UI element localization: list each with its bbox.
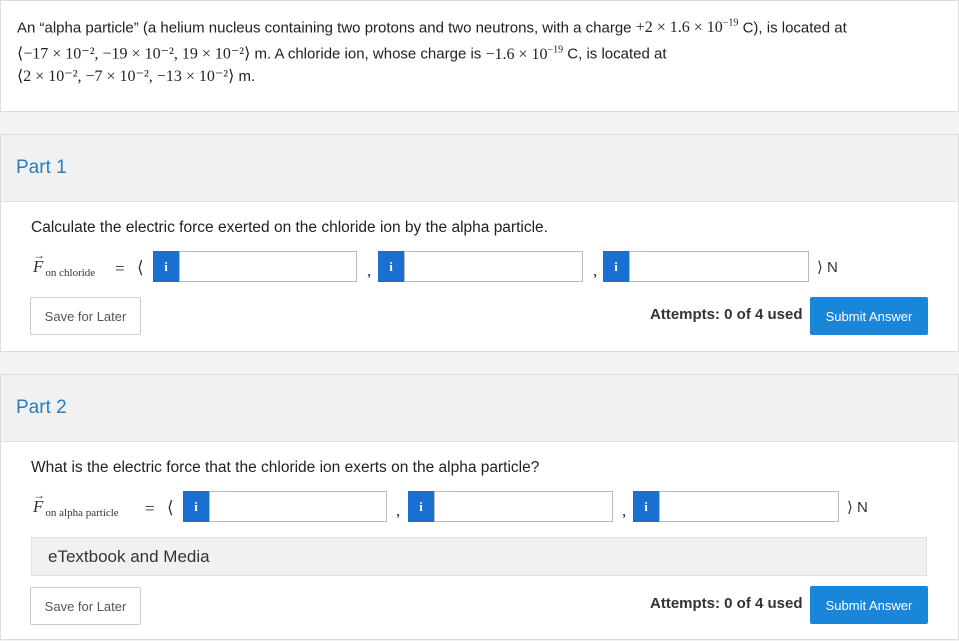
unit-label: ⟩ N xyxy=(847,499,868,516)
alpha-charge: +2 × 1.6 × 10−19 xyxy=(635,18,739,37)
question-text: An “alpha particle” (a helium nucleus co… xyxy=(17,13,937,88)
attempts-counter: Attempts: 0 of 4 used xyxy=(650,595,803,612)
question-line-1: An “alpha particle” (a helium nucleus co… xyxy=(17,18,847,37)
vector-arrow-icon: → xyxy=(33,248,45,262)
info-button-x[interactable]: i xyxy=(183,491,209,522)
chloride-position: ⟨2 × 10⁻², −7 × 10⁻², −13 × 10⁻²⟩ xyxy=(17,67,235,85)
part-1-card: Part 1 Calculate the electric force exer… xyxy=(0,134,959,352)
part-1-prompt: Calculate the electric force exerted on … xyxy=(31,219,548,236)
comma: , xyxy=(593,261,598,280)
comma: , xyxy=(622,501,627,520)
question-line-2: ⟨−17 × 10⁻², −19 × 10⁻², 19 × 10⁻²⟩ m. A… xyxy=(17,44,667,63)
save-for-later-button[interactable]: Save for Later xyxy=(30,297,141,335)
question-card: An “alpha particle” (a helium nucleus co… xyxy=(0,0,959,112)
alpha-position: ⟨−17 × 10⁻², −19 × 10⁻², 19 × 10⁻²⟩ xyxy=(17,45,251,63)
part-2-card: Part 2 What is the electric force that t… xyxy=(0,374,959,640)
force-y-input[interactable] xyxy=(434,491,613,522)
vector-arrow-icon: → xyxy=(33,488,45,502)
force-z-input[interactable] xyxy=(659,491,839,522)
save-for-later-button[interactable]: Save for Later xyxy=(30,587,141,625)
part-2-title: Part 2 xyxy=(16,397,67,418)
chloride-charge: −1.6 × 10−19 xyxy=(485,44,564,63)
submit-answer-button[interactable]: Submit Answer xyxy=(810,586,928,624)
force-y-input[interactable] xyxy=(404,251,583,282)
force-x-input[interactable] xyxy=(179,251,357,282)
question-line-3: ⟨2 × 10⁻², −7 × 10⁻², −13 × 10⁻²⟩ m. xyxy=(17,67,256,85)
comma: , xyxy=(367,261,372,280)
part-2-header: Part 2 xyxy=(1,375,958,442)
submit-answer-button[interactable]: Submit Answer xyxy=(810,297,928,335)
info-button-z[interactable]: i xyxy=(633,491,659,522)
force-x-input[interactable] xyxy=(209,491,387,522)
equals-sign: = xyxy=(115,259,125,278)
open-bracket: ⟨ xyxy=(167,498,174,517)
force-z-input[interactable] xyxy=(629,251,809,282)
part-1-header: Part 1 xyxy=(1,135,958,202)
force-vector-label-part2: → Fon alpha particle xyxy=(33,488,119,519)
info-button-y[interactable]: i xyxy=(378,251,404,282)
etextbook-media-link[interactable]: eTextbook and Media xyxy=(31,537,927,576)
info-button-y[interactable]: i xyxy=(408,491,434,522)
open-bracket: ⟨ xyxy=(137,258,144,277)
comma: , xyxy=(396,501,401,520)
attempts-counter: Attempts: 0 of 4 used xyxy=(650,306,803,323)
equals-sign: = xyxy=(145,499,155,518)
part-2-prompt: What is the electric force that the chlo… xyxy=(31,459,540,476)
info-button-z[interactable]: i xyxy=(603,251,629,282)
part-1-title: Part 1 xyxy=(16,157,67,178)
force-vector-label-part1: → Fon chloride xyxy=(33,248,96,279)
info-button-x[interactable]: i xyxy=(153,251,179,282)
unit-label: ⟩ N xyxy=(817,259,838,276)
